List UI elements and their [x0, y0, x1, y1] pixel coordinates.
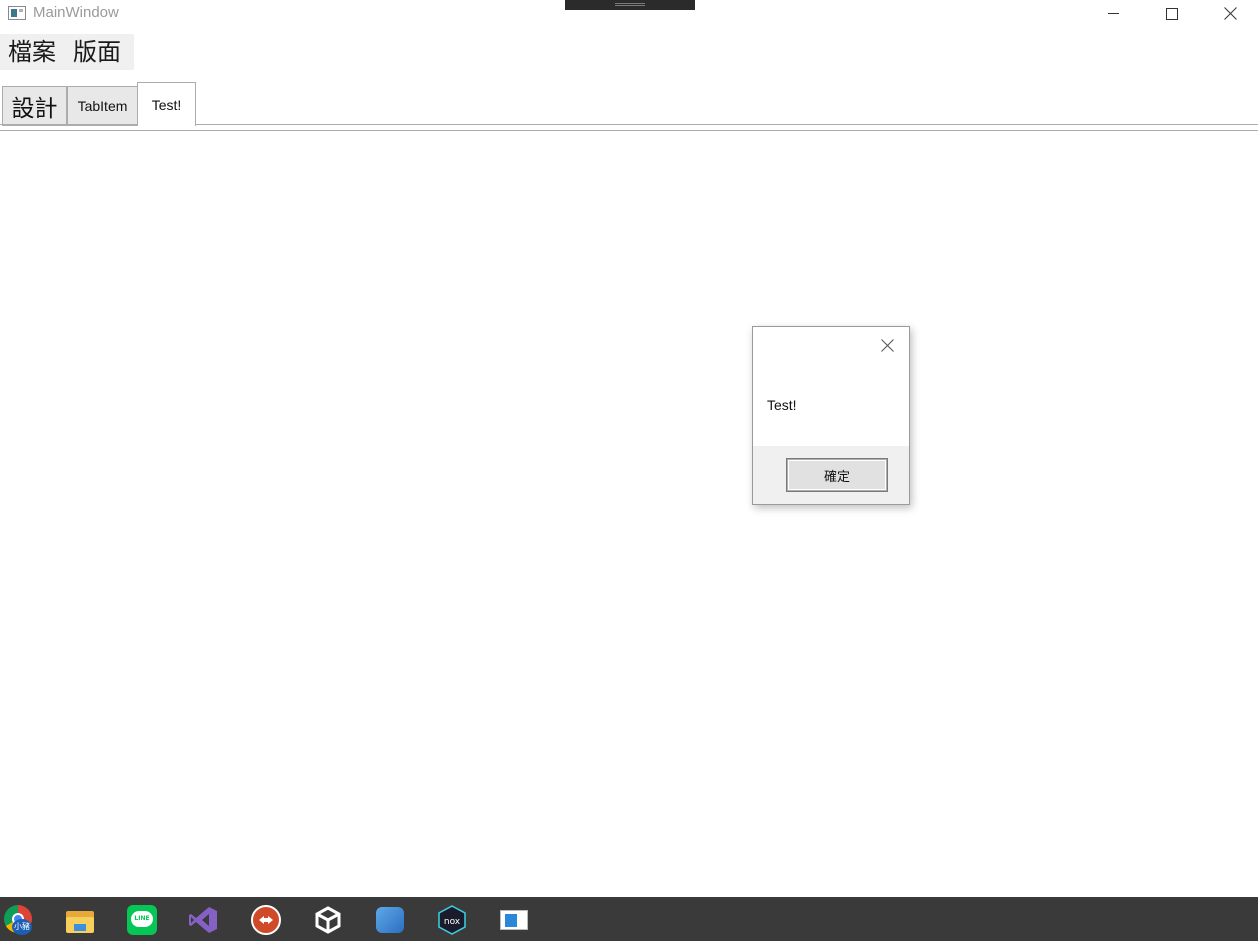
tab-design[interactable]: 設計	[2, 86, 67, 126]
menu-item-file[interactable]: 檔案	[0, 34, 65, 70]
menu-item-layout[interactable]: 版面	[65, 34, 130, 70]
chrome-icon[interactable]: 小豬	[4, 905, 34, 935]
message-box: Test! 確定	[752, 326, 910, 505]
line-icon[interactable]: LINE	[127, 905, 157, 935]
app-icon[interactable]	[375, 905, 405, 935]
file-explorer-icon[interactable]	[65, 905, 95, 935]
main-window: MainWindow 檔案 版面 設計 TabItem Test! Test! …	[0, 0, 1258, 897]
close-button[interactable]	[1201, 0, 1258, 28]
nox-icon[interactable]: nox	[437, 905, 467, 935]
title-bar[interactable]: MainWindow	[0, 0, 1258, 28]
window-title: MainWindow	[33, 4, 119, 21]
tab-content-border	[0, 130, 1258, 131]
ok-button[interactable]: 確定	[787, 459, 887, 491]
window-app-icon[interactable]	[499, 905, 529, 935]
minimize-button[interactable]	[1084, 0, 1142, 28]
close-icon	[1224, 7, 1237, 20]
tab-strip: 設計 TabItem Test!	[0, 82, 1258, 126]
dialog-close-icon[interactable]	[881, 339, 894, 352]
drag-handle[interactable]	[565, 0, 695, 10]
window-icon[interactable]	[8, 6, 26, 20]
taskbar: 小豬 LINE nox	[0, 897, 1258, 941]
line-icon-label: LINE	[131, 911, 153, 927]
dialog-footer: 確定	[753, 446, 909, 504]
maximize-icon	[1166, 8, 1178, 20]
tab-test[interactable]: Test!	[137, 82, 196, 126]
chrome-profile-badge: 小豬	[12, 919, 32, 935]
menu-bar: 檔案 版面	[0, 34, 134, 70]
tab-tabitem[interactable]: TabItem	[67, 86, 138, 126]
dialog-message: Test!	[767, 397, 797, 413]
unity-icon[interactable]	[313, 905, 343, 935]
nox-icon-label: nox	[444, 917, 461, 927]
maximize-button[interactable]	[1143, 0, 1201, 28]
minimize-icon	[1108, 13, 1119, 14]
visual-studio-icon[interactable]	[188, 905, 218, 935]
teamviewer-icon[interactable]	[251, 905, 281, 935]
